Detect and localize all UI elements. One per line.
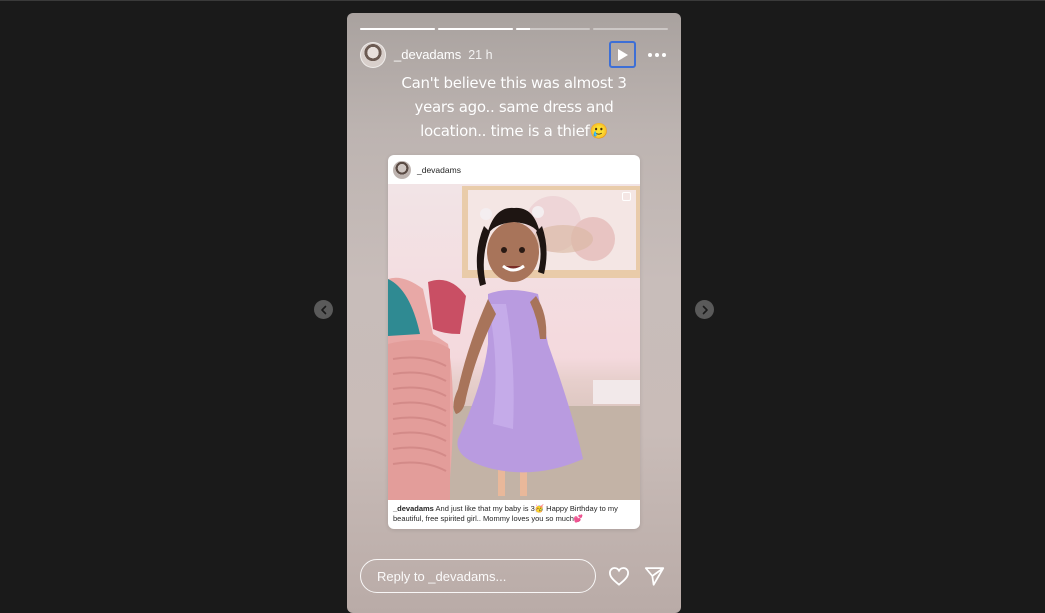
shared-post-caption: _devadams And just like that my baby is …: [388, 500, 640, 528]
progress-segment: [360, 28, 435, 30]
send-button[interactable]: [643, 565, 665, 587]
story-caption: Can't believe this was almost 3 years ag…: [401, 74, 627, 140]
shared-post-photo: [388, 184, 640, 500]
progress-segment: [593, 28, 668, 30]
story-footer: [360, 558, 668, 594]
more-options-button[interactable]: [646, 49, 668, 61]
caption-username: _devadams: [393, 504, 434, 513]
send-icon: [644, 567, 664, 586]
shared-post-card[interactable]: _devadams _devadams And just like that m…: [388, 155, 640, 529]
progress-segment: [515, 28, 591, 30]
play-icon: [618, 48, 628, 61]
avatar: [393, 160, 411, 179]
heart-icon: [608, 567, 630, 586]
chevron-right-icon: [702, 305, 708, 314]
play-button[interactable]: [609, 41, 636, 68]
story-header: _devadams 21 h: [360, 41, 668, 68]
window-top-border: [0, 0, 1045, 1]
chevron-left-icon: [320, 305, 326, 314]
story-viewer[interactable]: _devadams 21 h Can't believe this was al…: [347, 13, 681, 613]
story-timestamp: 21 h: [468, 47, 493, 62]
story-progress-bar: [360, 28, 668, 30]
carousel-icon: [622, 192, 631, 201]
more-options-icon: [648, 52, 652, 57]
next-story-button[interactable]: [695, 300, 714, 319]
shared-post-header: _devadams: [388, 155, 640, 184]
story-username[interactable]: _devadams: [394, 47, 461, 62]
avatar[interactable]: [360, 41, 386, 68]
like-button[interactable]: [608, 565, 630, 587]
progress-segment: [437, 28, 513, 30]
shared-post-username: _devadams: [417, 164, 461, 175]
previous-story-button[interactable]: [314, 300, 333, 319]
